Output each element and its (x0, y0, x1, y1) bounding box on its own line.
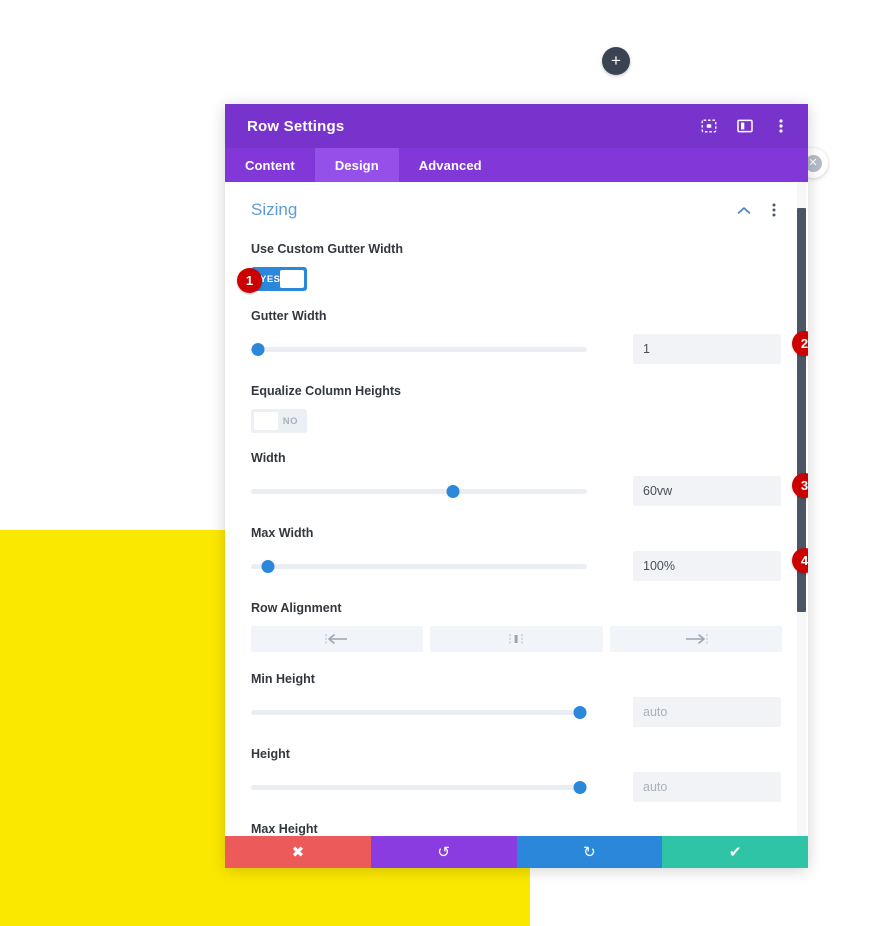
row-alignment-group (251, 626, 782, 652)
page-title: Row Settings (247, 117, 345, 135)
slider-track (251, 784, 587, 790)
modal-header: Row Settings (225, 104, 808, 148)
slider-row: 60vw (251, 476, 782, 506)
plus-icon: + (611, 50, 621, 70)
redo-icon: ↻ (583, 844, 596, 861)
sizing-section-header: Sizing (251, 200, 782, 220)
tab-content[interactable]: Content (225, 148, 315, 182)
max-width-slider[interactable] (251, 559, 587, 573)
align-left-button[interactable] (251, 626, 424, 652)
section-tools (736, 202, 782, 218)
slider-thumb[interactable] (573, 781, 587, 794)
max-width-value-input[interactable]: 100% (633, 551, 781, 581)
min-height-value-input[interactable]: auto (633, 697, 781, 727)
redo-button[interactable]: ↻ (516, 836, 663, 868)
align-right-icon (683, 633, 709, 645)
align-right-button[interactable] (609, 626, 782, 652)
slider-track (251, 563, 587, 569)
field-label: Equalize Column Heights (251, 384, 402, 398)
chevron-up-icon[interactable] (736, 202, 752, 218)
annotation-badge-2: 2 (792, 331, 808, 356)
field-label: Width (251, 451, 286, 465)
modal-header-icons (700, 117, 790, 135)
field-height: Height auto (251, 747, 782, 802)
modal-tab-bar: Content Design Advanced (225, 148, 808, 182)
field-label: Gutter Width (251, 309, 327, 323)
annotation-badge-1: 1 (237, 268, 262, 293)
gutter-width-slider[interactable] (251, 342, 587, 356)
width-slider[interactable] (251, 484, 587, 498)
slider-track (251, 488, 587, 494)
toggle-knob (254, 412, 278, 430)
focus-target-icon[interactable] (700, 117, 718, 135)
slider-thumb[interactable] (446, 485, 460, 498)
field-label: Use Custom Gutter Width (251, 242, 403, 256)
tab-design[interactable]: Design (314, 148, 399, 182)
height-value-input[interactable]: auto (633, 772, 781, 802)
align-center-icon (507, 633, 525, 645)
cancel-button[interactable]: ✖ (225, 836, 371, 868)
field-label: Min Height (251, 672, 315, 686)
kebab-menu-icon[interactable] (772, 117, 790, 135)
undo-button[interactable]: ↺ (370, 836, 517, 868)
add-section-button[interactable]: + (602, 47, 630, 75)
field-label: Height (251, 747, 290, 761)
width-value-input[interactable]: 60vw (633, 476, 781, 506)
field-row-alignment: Row Alignment (251, 601, 782, 652)
field-min-height: Min Height auto (251, 672, 782, 727)
field-gutter-width: Gutter Width 1 2 (251, 309, 808, 364)
annotation-badge-4: 4 (792, 548, 808, 573)
slider-thumb[interactable] (251, 343, 265, 356)
layout-panel-icon[interactable] (736, 117, 754, 135)
slider-track (251, 709, 587, 715)
field-max-height: Max Height none (251, 822, 782, 836)
settings-scroll-content: Sizing Use Custom Gutter Width YES 1 Gut… (225, 182, 808, 836)
toggle-state-label: NO (282, 415, 298, 427)
height-slider[interactable] (251, 780, 587, 794)
slider-thumb[interactable] (573, 706, 587, 719)
gutter-width-value-input[interactable]: 1 (633, 334, 781, 364)
section-kebab-menu-icon[interactable] (766, 202, 782, 218)
modal-body: Sizing Use Custom Gutter Width YES 1 Gut… (225, 182, 808, 836)
field-use-custom-gutter-width: Use Custom Gutter Width YES 1 (237, 242, 782, 293)
save-button[interactable]: ✔ (662, 836, 808, 868)
slider-row: 100% (251, 551, 782, 581)
tab-advanced[interactable]: Advanced (399, 148, 502, 182)
slider-track (251, 346, 587, 352)
slider-row: auto (251, 697, 782, 727)
field-label: Max Width (251, 526, 314, 540)
slider-thumb[interactable] (261, 560, 275, 573)
field-label: Max Height (251, 822, 318, 836)
annotation-badge-3: 3 (792, 473, 808, 498)
section-title: Sizing (251, 200, 298, 219)
check-icon: ✔ (728, 844, 742, 861)
slider-row: 1 (251, 334, 782, 364)
close-icon: ✖ (291, 844, 305, 861)
field-max-width: Max Width 100% 4 (251, 526, 808, 581)
align-center-button[interactable] (430, 626, 603, 652)
row-settings-modal: Row Settings Content Design Advanced Siz… (225, 104, 808, 868)
field-label: Row Alignment (251, 601, 342, 615)
field-width: Width 60vw 3 (251, 451, 808, 506)
field-equalize-column-heights: Equalize Column Heights NO (251, 384, 782, 433)
undo-icon: ↺ (437, 844, 450, 861)
toggle-knob (280, 270, 304, 288)
equalize-column-heights-toggle[interactable]: NO (251, 409, 307, 433)
modal-footer: ✖ ↺ ↻ ✔ (225, 836, 808, 868)
align-left-icon (324, 633, 350, 645)
min-height-slider[interactable] (251, 705, 587, 719)
slider-row: auto (251, 772, 782, 802)
toggle-state-label: YES (260, 273, 281, 285)
